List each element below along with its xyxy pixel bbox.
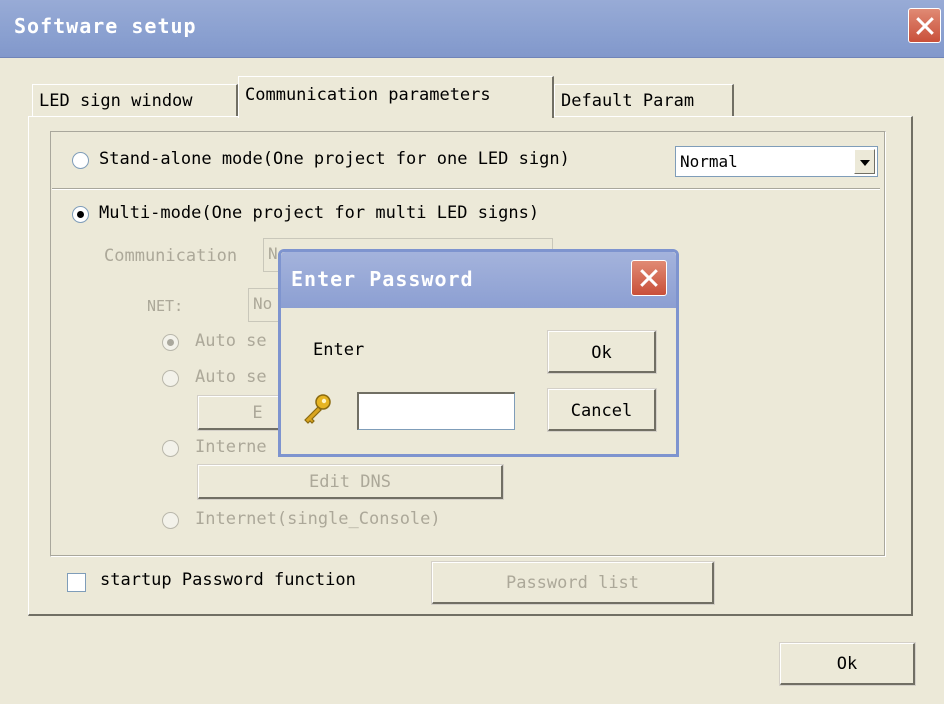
password-dialog-close-button[interactable] [631, 260, 667, 296]
auto-set-radio-1[interactable] [162, 334, 179, 351]
password-list-label: Password list [505, 573, 640, 593]
communication-label: Communication [104, 246, 238, 266]
chevron-down-icon[interactable] [854, 149, 875, 174]
password-cancel-label: Cancel [570, 401, 633, 421]
internet-single-console-radio[interactable] [162, 512, 179, 529]
password-ok-label: Ok [591, 343, 612, 363]
main-titlebar[interactable]: Software setup [0, 0, 944, 58]
password-cancel-button[interactable]: Cancel [547, 388, 657, 432]
select-value: Normal [680, 152, 738, 171]
password-input[interactable] [357, 392, 515, 430]
internet-label: Interne [195, 437, 267, 457]
window-title: Software setup [14, 14, 197, 38]
password-dialog: Enter Password Enter Ok Cancel [278, 249, 679, 457]
net-label: NET: [147, 297, 184, 315]
close-icon [632, 261, 666, 295]
edit-button-label: E [252, 403, 263, 423]
startup-password-checkbox[interactable] [67, 573, 86, 592]
close-icon [909, 9, 940, 42]
tab-label: Communication parameters [245, 85, 491, 105]
tab-led-sign-window[interactable]: LED sign window [32, 84, 238, 116]
password-dialog-title: Enter Password [291, 267, 474, 291]
tab-communication-parameters[interactable]: Communication parameters [238, 76, 554, 118]
standalone-mode-label: Stand-alone mode(One project for one LED… [99, 149, 570, 169]
main-ok-label: Ok [836, 654, 858, 674]
edit-dns-label: Edit DNS [309, 472, 391, 492]
key-icon [299, 392, 335, 428]
divider [52, 188, 880, 190]
password-dialog-titlebar[interactable]: Enter Password [281, 252, 676, 308]
tab-label: Default Param [561, 91, 695, 111]
startup-password-label: startup Password function [100, 570, 356, 590]
multi-mode-radio[interactable] [72, 206, 89, 223]
internet-radio[interactable] [162, 440, 179, 457]
standalone-mode-select[interactable]: Normal [675, 146, 878, 177]
tab-label: LED sign window [39, 91, 193, 111]
password-ok-button[interactable]: Ok [547, 330, 657, 374]
auto-set-label-1: Auto se [195, 331, 267, 351]
main-close-button[interactable] [908, 8, 941, 43]
select-value: N [268, 244, 278, 263]
standalone-mode-radio[interactable] [72, 152, 89, 169]
auto-set-radio-2[interactable] [162, 370, 179, 387]
auto-set-label-2: Auto se [195, 367, 267, 387]
multi-mode-label: Multi-mode(One project for multi LED sig… [99, 203, 540, 223]
password-list-button[interactable]: Password list [431, 561, 715, 605]
tab-default-param[interactable]: Default Param [554, 84, 734, 116]
password-prompt-label: Enter [313, 340, 365, 360]
internet-single-console-label: Internet(single_Console) [195, 509, 441, 529]
main-ok-button[interactable]: Ok [779, 642, 916, 686]
edit-dns-button[interactable]: Edit DNS [197, 464, 504, 500]
select-value: No [253, 294, 273, 313]
